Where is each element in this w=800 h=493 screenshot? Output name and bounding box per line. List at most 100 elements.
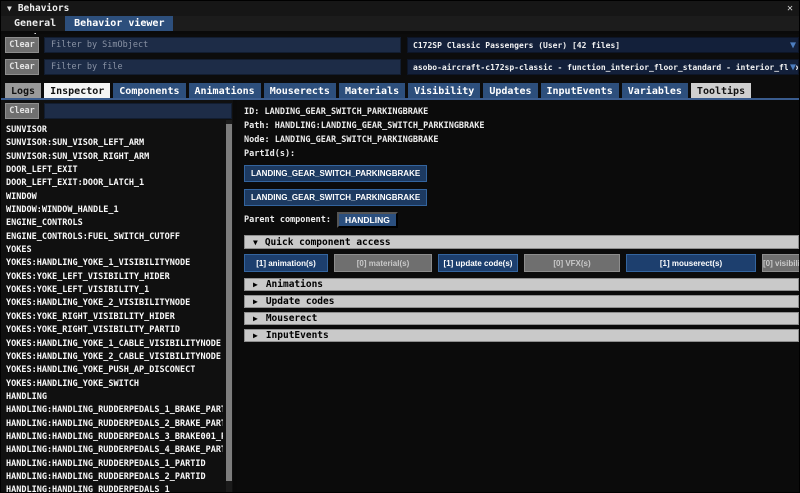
list-item[interactable]: YOKES:YOKE_RIGHT_VISIBILITY_HIDER [6, 311, 223, 324]
parent-component-row: Parent component: HANDLING [244, 212, 799, 228]
behavior-node-list: SUNVISOR SUNVISOR:SUN_VISOR_LEFT_ARM SUN… [1, 120, 233, 492]
quick-access-button[interactable]: [0] visibility code(s) [762, 254, 799, 272]
list-item[interactable]: ENGINE_CONTROLS [6, 217, 223, 230]
tab[interactable]: Tooltips [690, 83, 752, 98]
section-header[interactable]: ▶ Mouserect [244, 312, 799, 325]
tab[interactable]: Variables [621, 83, 688, 98]
clear-file-filter-button[interactable]: Clear [5, 59, 39, 75]
list-item[interactable]: YOKES:HANDLING_YOKE_1_VISIBILITYNODE [6, 257, 223, 270]
list-item[interactable]: YOKES:YOKE_LEFT_VISIBILITY_1 [6, 284, 223, 297]
list-item[interactable]: ENGINE_CONTROLS:FUEL_SWITCH_CUTOFF [6, 231, 223, 244]
list-item[interactable]: YOKES:YOKE_RIGHT_VISIBILITY_PARTID [6, 324, 223, 337]
list-scroll-area: SUNVISOR SUNVISOR:SUN_VISOR_LEFT_ARM SUN… [1, 120, 233, 492]
list-item[interactable]: HANDLING:HANDLING_RUDDERPEDALS_4_BRAKE_P… [6, 444, 223, 457]
list-item[interactable]: YOKES [6, 244, 223, 257]
list-item[interactable]: YOKES:HANDLING_YOKE_1_CABLE_VISIBILITYNO… [6, 338, 223, 351]
list-item[interactable]: HANDLING:HANDLING_RUDDERPEDALS_2_PARTID [6, 471, 223, 484]
collapse-triangle-icon[interactable]: ▼ [7, 4, 12, 13]
simobject-filter-input[interactable] [44, 37, 401, 53]
section-header[interactable]: ▶ Update codes [244, 295, 799, 308]
list-item[interactable]: WINDOW:WINDOW_HANDLE_1 [6, 204, 223, 217]
list-item[interactable]: YOKES:HANDLING_YOKE_2_CABLE_VISIBILITYNO… [6, 351, 223, 364]
tab-bar: Logs Inspector Components Animations Mou… [1, 83, 799, 100]
quick-access-button[interactable]: [1] animation(s) [244, 254, 328, 272]
list-item[interactable]: HANDLING:HANDLING_RUDDERPEDALS_1 [6, 484, 223, 492]
tab[interactable]: Components [113, 83, 186, 98]
simobject-list-panel: Clear SUNVISOR SUNVISOR:SUN_VISOR_LEFT_A… [1, 100, 237, 492]
component-sections: ▶ Animations ▶ Update codes ▶ Mouserect [244, 278, 799, 342]
list-item[interactable]: WINDOW [6, 191, 223, 204]
chevron-right-icon: ▶ [253, 280, 258, 289]
list-item[interactable]: YOKES:HANDLING_YOKE_2_VISIBILITYNODE [6, 297, 223, 310]
scrollbar-thumb[interactable] [226, 123, 232, 481]
menu-item-behavior-viewer[interactable]: Behavior viewer [65, 16, 174, 31]
partid-button[interactable]: LANDING_GEAR_SWITCH_PARKINGBRAKE [244, 165, 428, 182]
section-label: Update codes [265, 296, 335, 307]
list-item[interactable]: DOOR_LEFT_EXIT:DOOR_LATCH_1 [6, 177, 223, 190]
partids-label: PartId(s): [244, 149, 296, 159]
simobject-dropdown-value: C172SP Classic Passengers (User) [42 fil… [413, 40, 621, 50]
clear-list-filter-button[interactable]: Clear [5, 103, 39, 119]
scrollbar-track[interactable] [226, 120, 232, 492]
file-dropdown[interactable]: asobo-aircraft-c172sp-classic - function… [407, 59, 799, 75]
tab[interactable]: Inspector [44, 83, 111, 98]
section-header[interactable]: ▶ Animations [244, 278, 799, 291]
node-name-line: Node: LANDING_GEAR_SWITCH_PARKINGBRAKE [244, 135, 439, 145]
list-item[interactable]: HANDLING:HANDLING_RUDDERPEDALS_1_BRAKE_P… [6, 404, 223, 417]
partid-button[interactable]: LANDING_GEAR_SWITCH_PARKINGBRAKE [244, 189, 428, 206]
list-item[interactable]: HANDLING [6, 391, 223, 404]
tab[interactable]: Animations [188, 83, 261, 98]
section-header[interactable]: ▶ InputEvents [244, 329, 799, 342]
list-filter-input[interactable] [44, 103, 232, 119]
chevron-down-icon: ▼ [787, 38, 796, 52]
collapse-triangle-icon: ▼ [253, 237, 258, 247]
quick-component-access-title: Quick component access [264, 236, 391, 248]
close-icon[interactable]: ✕ [787, 3, 793, 14]
behaviors-window: ▼ Behaviors ✕ General Options Debug Hist… [0, 0, 800, 493]
tab[interactable]: Visibility [408, 83, 481, 98]
list-item[interactable]: YOKES:YOKE_LEFT_VISIBILITY_HIDER [6, 271, 223, 284]
list-item[interactable]: HANDLING:HANDLING_RUDDERPEDALS_1_PARTID [6, 458, 223, 471]
parent-component-label: Parent component: [244, 215, 331, 225]
menu-bar: General Options Debug History ? Behavior… [1, 16, 799, 89]
list-item[interactable]: SUNVISOR:SUN_VISOR_RIGHT_ARM [6, 151, 223, 164]
filter-row-simobject: Clear C172SP Classic Passengers (User) [… [1, 37, 799, 53]
file-dropdown-value: asobo-aircraft-c172sp-classic - function… [413, 62, 799, 72]
quick-component-access-header[interactable]: ▼ Quick component access [244, 235, 799, 249]
partid-buttons: LANDING_GEAR_SWITCH_PARKINGBRAKE LANDING… [244, 161, 799, 209]
filter-area: Clear C172SP Classic Passengers (User) [… [1, 34, 799, 83]
section-label: Mouserect [265, 313, 318, 324]
window-title: Behaviors [17, 3, 70, 14]
chevron-right-icon: ▶ [253, 297, 258, 306]
parent-component-button[interactable]: HANDLING [337, 212, 398, 228]
tab[interactable]: Updates [483, 83, 538, 98]
tab[interactable]: Materials [338, 83, 406, 98]
tab[interactable]: Logs [5, 83, 42, 98]
list-item[interactable]: YOKES:HANDLING_YOKE_SWITCH [6, 378, 223, 391]
list-item[interactable]: SUNVISOR [6, 124, 223, 137]
inspector-panel: ID: LANDING_GEAR_SWITCH_PARKINGBRAKE Pat… [237, 100, 799, 492]
quick-access-button[interactable]: [0] VFX(s) [524, 254, 620, 272]
title-bar: ▼ Behaviors ✕ [1, 1, 799, 16]
main-area: Clear SUNVISOR SUNVISOR:SUN_VISOR_LEFT_A… [1, 100, 799, 492]
list-item[interactable]: YOKES:HANDLING_YOKE_PUSH_AP_DISCONECT [6, 364, 223, 377]
chevron-right-icon: ▶ [253, 331, 258, 340]
simobject-dropdown[interactable]: C172SP Classic Passengers (User) [42 fil… [407, 37, 799, 53]
list-item[interactable]: DOOR_LEFT_EXIT [6, 164, 223, 177]
list-item[interactable]: HANDLING:HANDLING_RUDDERPEDALS_2_BRAKE_P… [6, 418, 223, 431]
section-label: InputEvents [265, 330, 329, 341]
node-id-line: ID: LANDING_GEAR_SWITCH_PARKINGBRAKE [244, 107, 429, 117]
chevron-down-icon: ▼ [787, 60, 796, 74]
quick-access-button[interactable]: [0] material(s) [334, 254, 432, 272]
menu-item[interactable]: General [5, 16, 65, 31]
list-item[interactable]: HANDLING:HANDLING_RUDDERPEDALS_3_BRAKE00… [6, 431, 223, 444]
tab[interactable]: Mouserects [263, 83, 336, 98]
filter-row-file: Clear asobo-aircraft-c172sp-classic - fu… [1, 59, 799, 75]
clear-simobject-filter-button[interactable]: Clear [5, 37, 39, 53]
quick-access-button[interactable]: [1] mouserect(s) [626, 254, 756, 272]
list-item[interactable]: SUNVISOR:SUN_VISOR_LEFT_ARM [6, 137, 223, 150]
tab[interactable]: InputEvents [540, 83, 619, 98]
quick-access-button[interactable]: [1] update code(s) [438, 254, 518, 272]
node-path-line: Path: HANDLING:LANDING_GEAR_SWITCH_PARKI… [244, 121, 485, 131]
file-filter-input[interactable] [44, 59, 401, 75]
